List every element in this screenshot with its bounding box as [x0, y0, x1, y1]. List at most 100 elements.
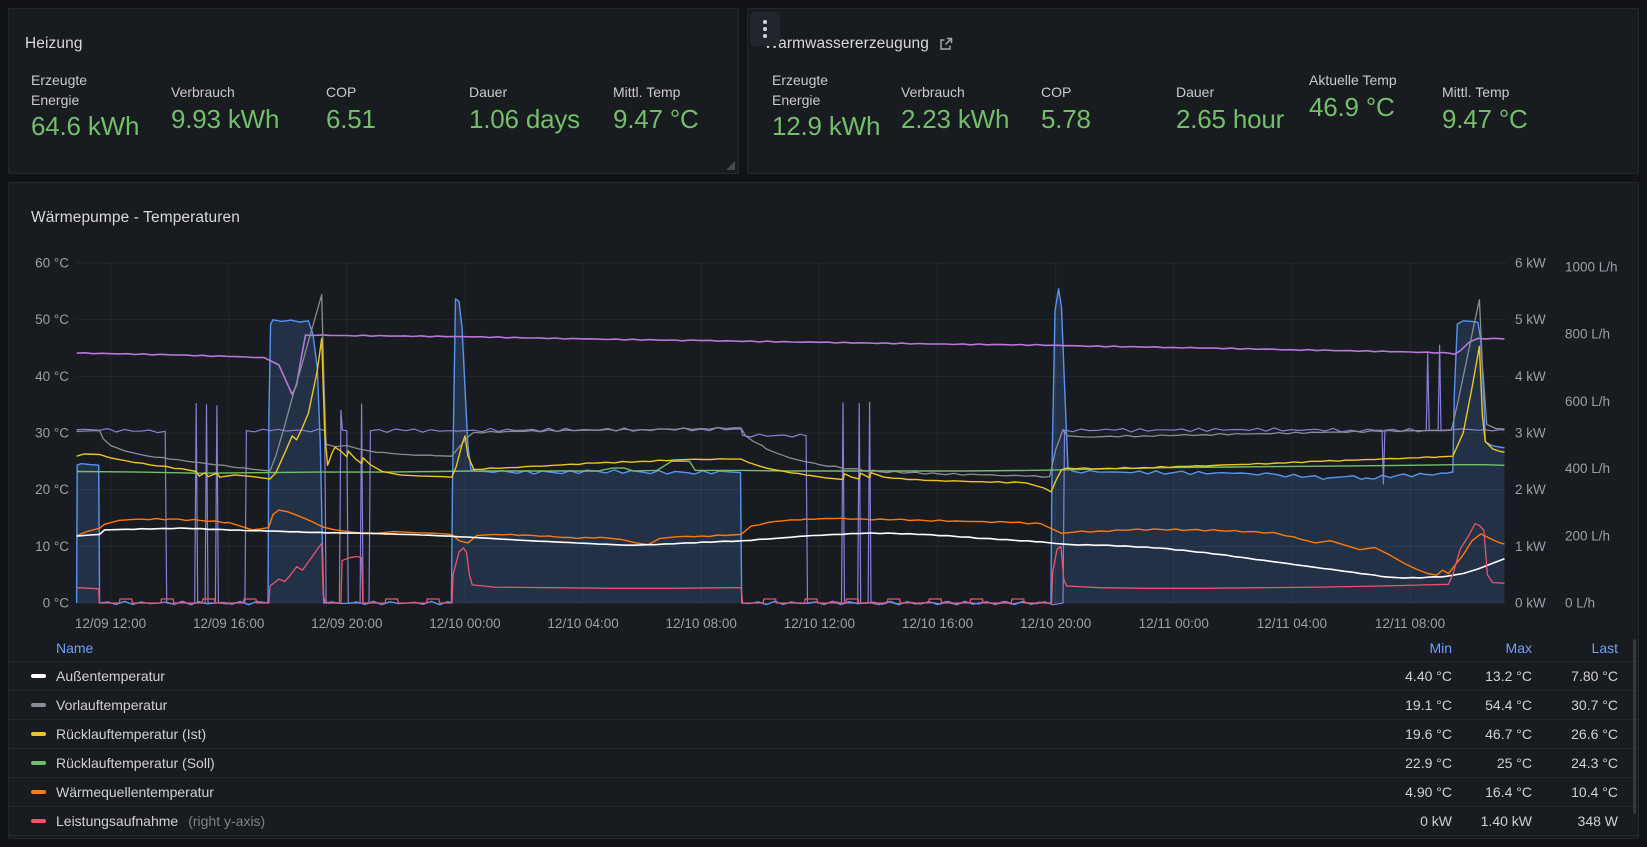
stat-dauer: Dauer2.65 hour: [1176, 83, 1284, 134]
stat-label: Dauer: [1176, 83, 1284, 103]
y-axis-left-tick: 20 °C: [35, 482, 69, 497]
x-axis-tick: 12/10 20:00: [1020, 616, 1091, 631]
stat-mittl-temp: Mittl. Temp9.47 °C: [1442, 83, 1528, 134]
stat-cop: COP6.51: [326, 83, 376, 134]
legend-series-toggle[interactable]: Rücklauftemperatur (Soll): [31, 755, 1360, 771]
stat-value: 46.9 °C: [1309, 93, 1405, 123]
legend-last-value: 348 W: [1532, 813, 1618, 829]
legend-header-max[interactable]: Max: [1452, 640, 1532, 656]
x-axis-tick: 12/10 04:00: [547, 616, 618, 631]
x-axis-tick: 12/10 08:00: [666, 616, 737, 631]
legend-row-r-cklauftemperatur-ist: Rücklauftemperatur (Ist)19.6 °C46.7 °C26…: [9, 720, 1640, 749]
stat-value: 1.06 days: [469, 105, 580, 135]
y-axis-lh-tick: 200 L/h: [1565, 528, 1610, 543]
legend-row-vorlauftemperatur: Vorlauftemperatur19.1 °C54.4 °C30.7 °C: [9, 691, 1640, 720]
stat-cop: COP5.78: [1041, 83, 1091, 134]
stat-label: COP: [326, 83, 376, 103]
legend-last-value: 10.4 °C: [1532, 784, 1618, 800]
series-fill-durchfluss_flow: [77, 289, 1505, 605]
stat-verbrauch: Verbrauch9.93 kWh: [171, 83, 279, 134]
y-axis-lh-tick: 1000 L/h: [1565, 260, 1618, 275]
panel-warmwasser: Warmwassererzeugung Erzeugte Energie12.9…: [747, 8, 1639, 174]
legend-header-name[interactable]: Name: [31, 640, 1360, 656]
panel-title-text: Heizung: [25, 35, 83, 53]
y-axis-lh-tick: 800 L/h: [1565, 327, 1610, 342]
legend-table: NameMinMaxLast Außentemperatur4.40 °C13.2…: [9, 635, 1640, 836]
legend-series-name: Vorlauftemperatur: [56, 697, 167, 713]
legend-last-value: 26.6 °C: [1532, 726, 1618, 742]
stat-value: 12.9 kWh: [772, 112, 880, 142]
panel-title-warmwasser[interactable]: Warmwassererzeugung: [764, 35, 953, 53]
legend-row-r-cklauftemperatur-soll: Rücklauftemperatur (Soll)22.9 °C25 °C24.…: [9, 749, 1640, 778]
stat-label: COP: [1041, 83, 1091, 103]
legend-max-value: 25 °C: [1452, 755, 1532, 771]
panel-heizung: Heizung Erzeugte Energie64.6 kWh Verbrauc…: [8, 8, 739, 174]
legend-series-toggle[interactable]: Leistungsaufnahme (right y-axis): [31, 813, 1360, 829]
panel-menu-button[interactable]: [750, 12, 780, 46]
kebab-dot: [763, 20, 767, 24]
stat-value: 5.78: [1041, 105, 1091, 135]
x-axis-tick: 12/10 00:00: [429, 616, 500, 631]
legend-series-name: Leistungsaufnahme: [56, 813, 178, 829]
panel-title-heizung[interactable]: Heizung: [25, 35, 83, 53]
y-axis-kw-tick: 5 kW: [1515, 312, 1546, 327]
legend-max-value: 1.40 kW: [1452, 813, 1532, 829]
stat-label: Mittl. Temp: [613, 83, 699, 103]
y-axis-lh-tick: 0 L/h: [1565, 596, 1595, 611]
legend-min-value: 0 kW: [1360, 813, 1452, 829]
panel-waermepumpe-temperaturen: Wärmepumpe - Temperaturen 0 °C10 °C20 °C…: [8, 182, 1639, 839]
legend-color-swatch: [31, 703, 46, 708]
legend-color-swatch: [31, 674, 46, 679]
x-axis-tick: 12/10 16:00: [902, 616, 973, 631]
legend-header-min[interactable]: Min: [1360, 640, 1452, 656]
legend-min-value: 19.1 °C: [1360, 697, 1452, 713]
legend-max-value: 16.4 °C: [1452, 784, 1532, 800]
stat-erzeugte-energie: Erzeugte Energie12.9 kWh: [772, 71, 880, 142]
stat-label: Mittl. Temp: [1442, 83, 1528, 103]
y-axis-kw-tick: 0 kW: [1515, 596, 1546, 611]
stat-dauer: Dauer1.06 days: [469, 83, 580, 134]
y-axis-left-tick: 50 °C: [35, 312, 69, 327]
legend-color-swatch: [31, 790, 46, 795]
grafana-dashboard: Heizung Erzeugte Energie64.6 kWh Verbrauc…: [0, 0, 1647, 847]
legend-series-name: Rücklauftemperatur (Ist): [56, 726, 206, 742]
y-axis-left-tick: 40 °C: [35, 369, 69, 384]
stat-label: Dauer: [469, 83, 580, 103]
panel-resize-handle[interactable]: [726, 161, 735, 170]
stat-label: Verbrauch: [901, 83, 1009, 103]
legend-max-value: 46.7 °C: [1452, 726, 1532, 742]
kebab-dot: [763, 34, 767, 38]
x-axis-tick: 12/09 16:00: [193, 616, 264, 631]
timeseries-plot[interactable]: 0 °C10 °C20 °C30 °C40 °C50 °C60 °C0 kW1 …: [9, 219, 1640, 635]
y-axis-lh-tick: 400 L/h: [1565, 461, 1610, 476]
legend-row-leistungsaufnahme: Leistungsaufnahme (right y-axis) 0 kW1.40 …: [9, 807, 1640, 836]
stat-erzeugte-energie: Erzeugte Energie64.6 kWh: [31, 71, 139, 142]
y-axis-left-tick: 60 °C: [35, 256, 69, 271]
legend-header-last[interactable]: Last: [1532, 640, 1618, 656]
y-axis-lh-tick: 600 L/h: [1565, 394, 1610, 409]
legend-scrollbar[interactable]: [1633, 639, 1636, 814]
external-link-icon[interactable]: [939, 37, 953, 51]
panel-title-text: Warmwassererzeugung: [764, 35, 929, 53]
stat-label: Erzeugte Energie: [772, 71, 868, 110]
legend-row-au-entemperatur: Außentemperatur4.40 °C13.2 °C7.80 °C: [9, 662, 1640, 691]
stat-value: 6.51: [326, 105, 376, 135]
legend-series-toggle[interactable]: Vorlauftemperatur: [31, 697, 1360, 713]
legend-min-value: 4.90 °C: [1360, 784, 1452, 800]
legend-series-toggle[interactable]: Wärmequellentemperatur: [31, 784, 1360, 800]
legend-row-w-rmequellentemperatur: Wärmequellentemperatur4.90 °C16.4 °C10.4…: [9, 778, 1640, 807]
y-axis-left-tick: 10 °C: [35, 539, 69, 554]
stat-value: 9.93 kWh: [171, 105, 279, 135]
legend-color-swatch: [31, 819, 46, 824]
stat-label: Aktuelle Temp: [1309, 71, 1405, 91]
y-axis-left-tick: 30 °C: [35, 426, 69, 441]
legend-series-toggle[interactable]: Rücklauftemperatur (Ist): [31, 726, 1360, 742]
x-axis-tick: 12/09 20:00: [311, 616, 382, 631]
legend-min-value: 4.40 °C: [1360, 668, 1452, 684]
legend-last-value: 30.7 °C: [1532, 697, 1618, 713]
legend-series-name: Rücklauftemperatur (Soll): [56, 755, 215, 771]
legend-series-suffix: (right y-axis): [188, 813, 265, 829]
legend-series-toggle[interactable]: Außentemperatur: [31, 668, 1360, 684]
stat-value: 9.47 °C: [1442, 105, 1528, 135]
x-axis-tick: 12/09 12:00: [75, 616, 146, 631]
